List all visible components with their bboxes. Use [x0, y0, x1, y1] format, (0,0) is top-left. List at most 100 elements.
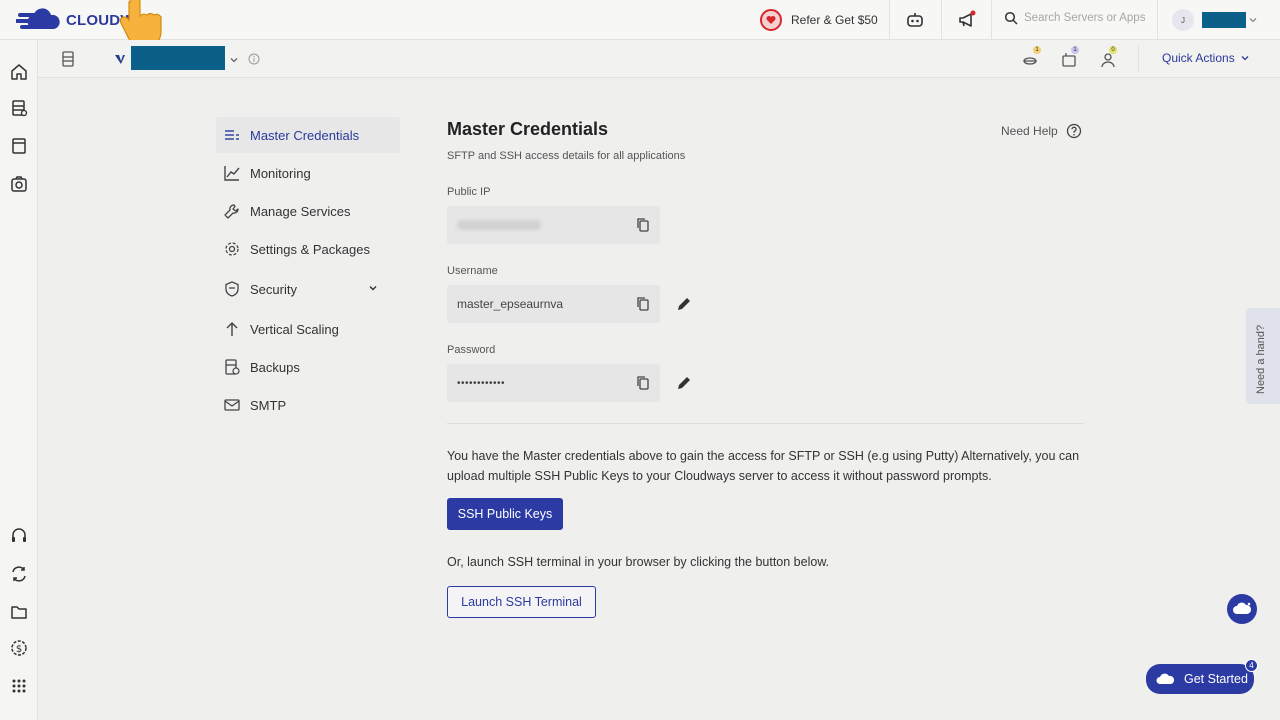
nav-label: Settings & Packages: [250, 241, 370, 257]
vultr-provider-icon: [115, 55, 125, 64]
divider: [1138, 46, 1139, 72]
settings-camera-icon[interactable]: [9, 174, 29, 194]
redacted-username: [1202, 12, 1246, 28]
gear-icon: [225, 242, 239, 256]
copy-icon[interactable]: [636, 217, 650, 233]
nav-label: SMTP: [250, 397, 287, 413]
chevron-down-icon: [369, 286, 377, 291]
server-list-icon[interactable]: [61, 51, 75, 67]
public-ip-field: [447, 206, 660, 244]
help-circle-icon: [1066, 123, 1081, 139]
search-placeholder: Search Servers or Apps: [1024, 12, 1146, 24]
refer-label: Refer & Get $50: [791, 13, 878, 27]
nav-manage-services[interactable]: Manage Services: [216, 193, 400, 229]
quick-actions-label: Quick Actions: [1162, 51, 1235, 65]
left-rail: $: [0, 40, 38, 720]
billing-icon[interactable]: $: [9, 638, 29, 658]
refer-link[interactable]: Refer & Get $50: [760, 9, 878, 31]
launch-ssh-terminal-button[interactable]: Launch SSH Terminal: [447, 586, 596, 618]
nav-label: Security: [250, 281, 297, 297]
wrench-icon: [224, 204, 239, 219]
get-started-button[interactable]: Get Started 4: [1146, 659, 1258, 694]
chevron-down-icon: [1249, 18, 1257, 23]
nav-master-credentials[interactable]: Master Credentials: [216, 117, 400, 153]
edit-username-icon[interactable]: [676, 296, 692, 312]
password-field: ••••••••••••: [447, 364, 660, 402]
username-field: master_epseaurnva: [447, 285, 660, 323]
page-subtitle: SFTP and SSH access details for all appl…: [447, 150, 686, 162]
shield-icon: [225, 281, 239, 297]
megaphone-icon[interactable]: [957, 10, 977, 30]
divider: [1157, 0, 1158, 40]
nav-label: Backups: [250, 359, 300, 375]
blurred-ip-value: [457, 220, 541, 230]
user-icon[interactable]: [1100, 52, 1116, 68]
folder-icon[interactable]: [9, 602, 29, 622]
avatar: J: [1172, 9, 1194, 31]
copy-icon[interactable]: [636, 375, 650, 391]
chevron-down-icon: [1241, 56, 1249, 61]
arrow-up-icon: [226, 322, 238, 336]
need-help-label: Need Help: [1001, 124, 1058, 138]
backup-icon: [225, 359, 240, 375]
chart-icon: [224, 166, 240, 181]
divider: [991, 0, 992, 40]
quick-actions-menu[interactable]: Quick Actions: [1162, 51, 1250, 65]
nav-settings-packages[interactable]: Settings & Packages: [216, 231, 400, 267]
list-icon: [225, 130, 239, 140]
copy-icon[interactable]: [636, 296, 650, 312]
nav-security[interactable]: Security: [216, 271, 400, 307]
search-icon: [1004, 11, 1018, 25]
nav-vertical-scaling[interactable]: Vertical Scaling: [216, 311, 400, 347]
search-box[interactable]: Search Servers or Apps: [1004, 11, 1145, 25]
redacted-server-name[interactable]: [131, 46, 225, 70]
cloudways-logo[interactable]: CLOUDW: [16, 5, 135, 35]
home-icon[interactable]: [9, 62, 29, 82]
nav-backups[interactable]: Backups: [216, 349, 400, 385]
badge: 0: [1109, 46, 1117, 54]
bundle-icon[interactable]: [1022, 52, 1038, 68]
section-divider: [447, 423, 1084, 424]
terminal-info-text: Or, launch SSH terminal in your browser …: [447, 555, 830, 569]
ssh-info-text: You have the Master credentials above to…: [447, 449, 1080, 483]
chevron-down-icon[interactable]: [229, 55, 239, 65]
top-bar: CLOUDW Refer & Get $50 Search Servers or…: [0, 0, 1280, 46]
need-help-link[interactable]: Need Help: [1001, 123, 1082, 139]
nav-monitoring[interactable]: Monitoring: [216, 155, 400, 191]
password-label: Password: [447, 344, 496, 356]
cloud-bot-icon: [1233, 602, 1252, 614]
badge: 1: [1033, 46, 1041, 54]
badge: 1: [1071, 46, 1079, 54]
bot-icon[interactable]: [905, 10, 925, 30]
divider: [889, 0, 890, 40]
user-menu[interactable]: J: [1172, 9, 1258, 31]
divider: [941, 0, 942, 40]
nav-label: Manage Services: [250, 203, 351, 219]
page-title: Master Credentials: [447, 119, 609, 139]
support-icon[interactable]: [9, 526, 29, 546]
window-icon[interactable]: [1061, 52, 1077, 68]
nav-label: Vertical Scaling: [250, 321, 339, 337]
edit-password-icon[interactable]: [676, 375, 692, 391]
apps-grid-icon[interactable]: [9, 676, 29, 696]
migration-icon[interactable]: [9, 564, 29, 584]
notification-badge: 4: [1245, 659, 1258, 672]
mail-icon: [224, 399, 240, 411]
public-ip-label: Public IP: [447, 186, 491, 198]
applications-icon[interactable]: [9, 136, 29, 156]
cloud-logo-icon: [16, 8, 60, 29]
password-value: ••••••••••••: [457, 377, 506, 389]
username-label: Username: [447, 265, 498, 277]
info-icon[interactable]: [248, 53, 260, 65]
nav-label: Monitoring: [250, 165, 311, 181]
svg-text:$: $: [16, 644, 22, 655]
need-a-hand-tab[interactable]: Need a hand?: [1246, 308, 1280, 404]
nav-smtp[interactable]: SMTP: [216, 387, 400, 423]
need-a-hand-label: Need a hand?: [1255, 324, 1267, 394]
servers-icon[interactable]: [9, 98, 29, 118]
server-bar: 1 1 0 Quick Actions: [38, 40, 1280, 78]
heart-icon: [760, 9, 782, 31]
assistant-bot-button[interactable]: [1227, 594, 1257, 624]
cloud-icon: [1156, 673, 1175, 684]
ssh-public-keys-button[interactable]: SSH Public Keys: [447, 498, 563, 530]
